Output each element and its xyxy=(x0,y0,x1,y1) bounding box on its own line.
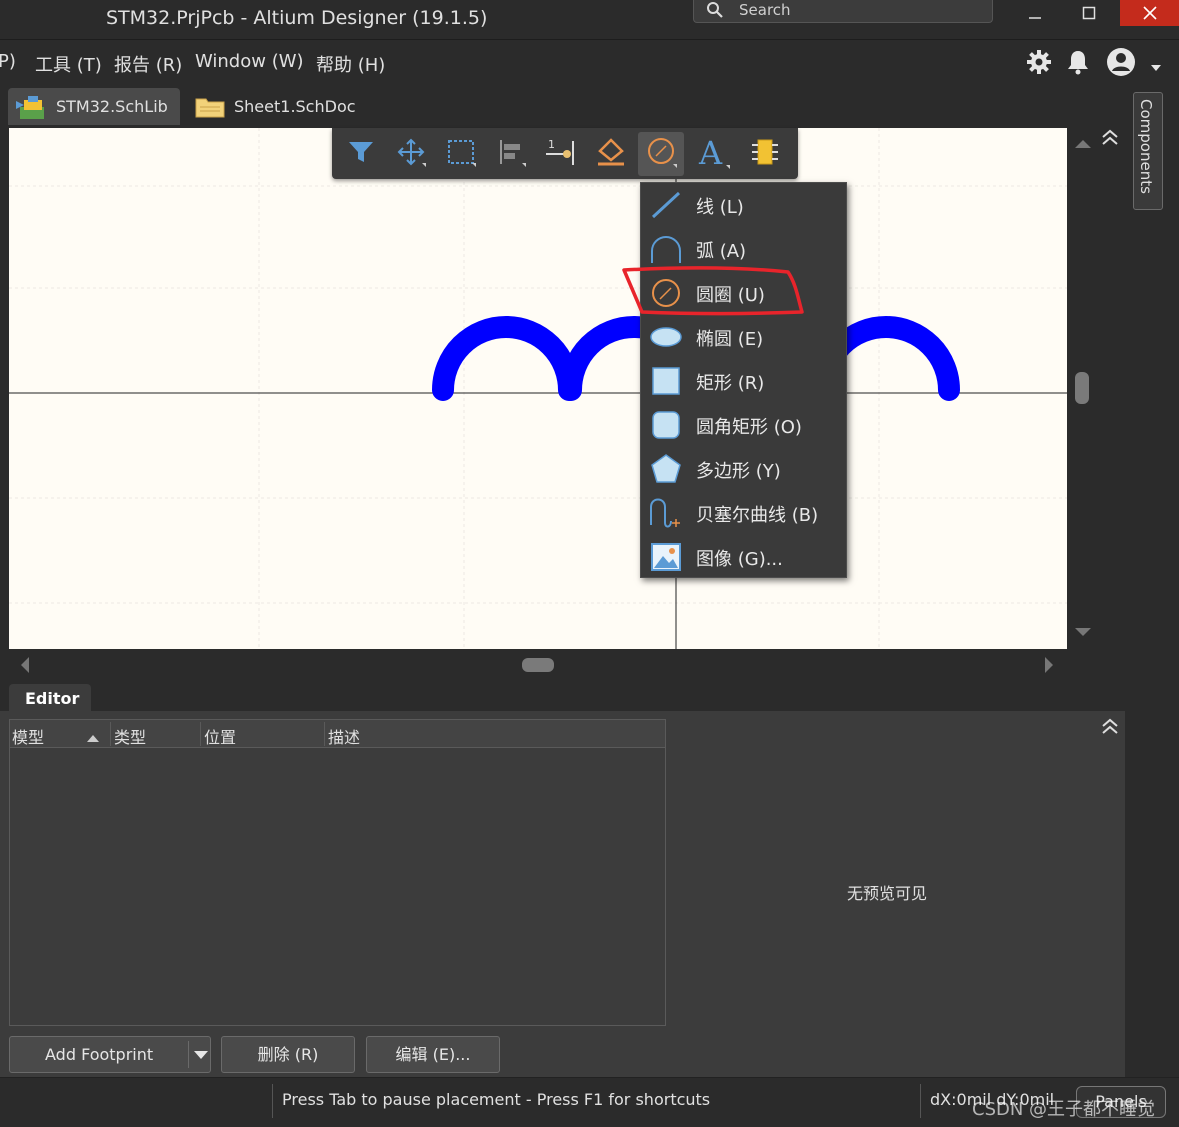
components-label: Components xyxy=(1137,99,1155,194)
align-button[interactable] xyxy=(488,132,534,176)
user-avatar-icon[interactable] xyxy=(1105,46,1137,82)
collapse-up-icon[interactable] xyxy=(1100,717,1120,739)
move-button[interactable] xyxy=(388,132,434,176)
schematic-canvas[interactable] xyxy=(9,128,1067,649)
filter-icon xyxy=(347,139,375,169)
move-icon xyxy=(396,137,426,171)
window-title: STM32.PrjPcb - Altium Designer (19.1.5) xyxy=(106,7,488,29)
document-tab-bar: STM32.SchLib * Sheet1.SchDoc * xyxy=(0,85,1125,153)
menu-item-project[interactable]: P) xyxy=(0,51,16,72)
menu-item-rectangle[interactable]: 矩形 (R) xyxy=(641,359,846,403)
column-divider xyxy=(324,722,325,746)
rectangle-icon xyxy=(649,365,683,397)
red-highlight-annotation xyxy=(622,266,804,316)
status-divider xyxy=(920,1084,921,1118)
scroll-left-icon xyxy=(21,657,29,673)
active-bar-toolbar: 1 A xyxy=(332,128,798,179)
delete-button[interactable]: 删除 (R) xyxy=(221,1036,355,1073)
circle-tool-button[interactable] xyxy=(638,132,684,176)
scroll-thumb xyxy=(522,658,554,672)
horizontal-scrollbar[interactable] xyxy=(9,649,1099,681)
component-icon xyxy=(750,137,780,171)
polygon-icon xyxy=(649,453,683,485)
title-bar: STM32.PrjPcb - Altium Designer (19.1.5) … xyxy=(0,0,1179,40)
arc-shape-1 xyxy=(432,316,580,401)
text-icon: A xyxy=(696,134,730,173)
pin-button[interactable]: 1 xyxy=(538,132,584,176)
right-panel-strip xyxy=(1125,85,1179,1085)
button-divider xyxy=(188,1041,189,1068)
tab-stm32-schlib[interactable]: STM32.SchLib * xyxy=(8,88,180,153)
scroll-thumb xyxy=(1075,372,1089,404)
status-message: Press Tab to pause placement - Press F1 … xyxy=(282,1090,711,1109)
select-button[interactable] xyxy=(438,132,484,176)
menu-item-line[interactable]: 线 (L) xyxy=(641,183,846,227)
svg-text:1: 1 xyxy=(548,138,555,151)
sort-up-icon[interactable] xyxy=(86,728,100,747)
filter-button[interactable] xyxy=(338,132,384,176)
gear-icon[interactable] xyxy=(1026,49,1052,79)
status-divider xyxy=(272,1084,273,1118)
ellipse-icon xyxy=(649,321,683,353)
menu-item-bezier[interactable]: 贝塞尔曲线 (B) xyxy=(641,491,846,535)
scroll-right-icon xyxy=(1045,657,1053,673)
grid-header: 模型 类型 位置 描述 xyxy=(10,720,665,748)
component-button[interactable] xyxy=(742,132,788,176)
pin-icon: 1 xyxy=(544,137,578,171)
scroll-up-icon xyxy=(1075,140,1091,148)
menu-item-reports[interactable]: 报告 (R) xyxy=(114,51,182,77)
maximize-button[interactable] xyxy=(1066,0,1112,26)
schdoc-icon xyxy=(194,95,226,132)
menu-item-help[interactable]: 帮助 (H) xyxy=(316,51,385,77)
menu-item-round-rectangle[interactable]: 圆角矩形 (O) xyxy=(641,403,846,447)
menu-item-polygon[interactable]: 多边形 (Y) xyxy=(641,447,846,491)
column-header-type[interactable]: 类型 xyxy=(114,724,146,748)
add-footprint-label: Add Footprint xyxy=(45,1045,154,1064)
image-icon xyxy=(649,541,683,573)
search-label: Search xyxy=(739,1,791,19)
bell-icon[interactable] xyxy=(1066,49,1090,79)
column-header-model[interactable]: 模型 xyxy=(12,724,44,748)
ieee-icon xyxy=(595,137,627,171)
circle-icon xyxy=(645,136,677,172)
no-preview-text: 无预览可见 xyxy=(847,884,928,903)
editor-tab-bar xyxy=(9,681,1099,711)
add-footprint-button[interactable]: Add Footprint xyxy=(9,1036,211,1073)
column-header-description[interactable]: 描述 xyxy=(328,724,360,748)
close-button[interactable] xyxy=(1120,0,1179,26)
svg-text:A: A xyxy=(698,135,723,169)
line-icon xyxy=(649,189,683,221)
edit-button[interactable]: 编辑 (E)... xyxy=(366,1036,500,1073)
menu-bar: P) 工具 (T) 报告 (R) Window (W) 帮助 (H) xyxy=(0,41,1179,85)
align-icon xyxy=(496,137,526,171)
select-icon xyxy=(446,137,476,171)
menu-item-window[interactable]: Window (W) xyxy=(195,51,304,72)
bezier-icon xyxy=(649,497,683,529)
components-panel-tab[interactable]: Components xyxy=(1133,92,1163,210)
vertical-scrollbar[interactable] xyxy=(1067,128,1099,649)
round-rectangle-icon xyxy=(649,409,683,441)
collapse-up-icon[interactable] xyxy=(1100,128,1120,150)
text-button[interactable]: A xyxy=(690,132,736,176)
search-box[interactable]: Search xyxy=(693,0,993,23)
draw-shape-dropdown: 线 (L) 弧 (A) 圆圈 (U) 椭圆 (E) 矩形 (R) 圆角矩形 (O… xyxy=(640,182,847,578)
models-grid: 模型 类型 位置 描述 xyxy=(9,719,666,1026)
menu-item-tools[interactable]: 工具 (T) xyxy=(35,51,102,77)
csdn-watermark: CSDN @王子都不睡觉 xyxy=(972,1099,1156,1120)
chevron-down-icon[interactable] xyxy=(1150,57,1162,76)
column-divider xyxy=(110,722,111,746)
arc-icon xyxy=(649,233,683,265)
tab-editor[interactable]: Editor xyxy=(9,684,91,711)
minimize-button[interactable] xyxy=(1012,0,1058,26)
scroll-down-icon xyxy=(1075,628,1091,636)
canvas-drawing xyxy=(9,128,1067,649)
menu-item-image[interactable]: 图像 (G)... xyxy=(641,535,846,579)
search-icon xyxy=(706,1,724,23)
ieee-symbol-button[interactable] xyxy=(588,132,634,176)
tab-sheet1-schdoc[interactable]: Sheet1.SchDoc * xyxy=(186,88,376,153)
column-divider xyxy=(200,722,201,746)
column-header-location[interactable]: 位置 xyxy=(204,724,236,748)
